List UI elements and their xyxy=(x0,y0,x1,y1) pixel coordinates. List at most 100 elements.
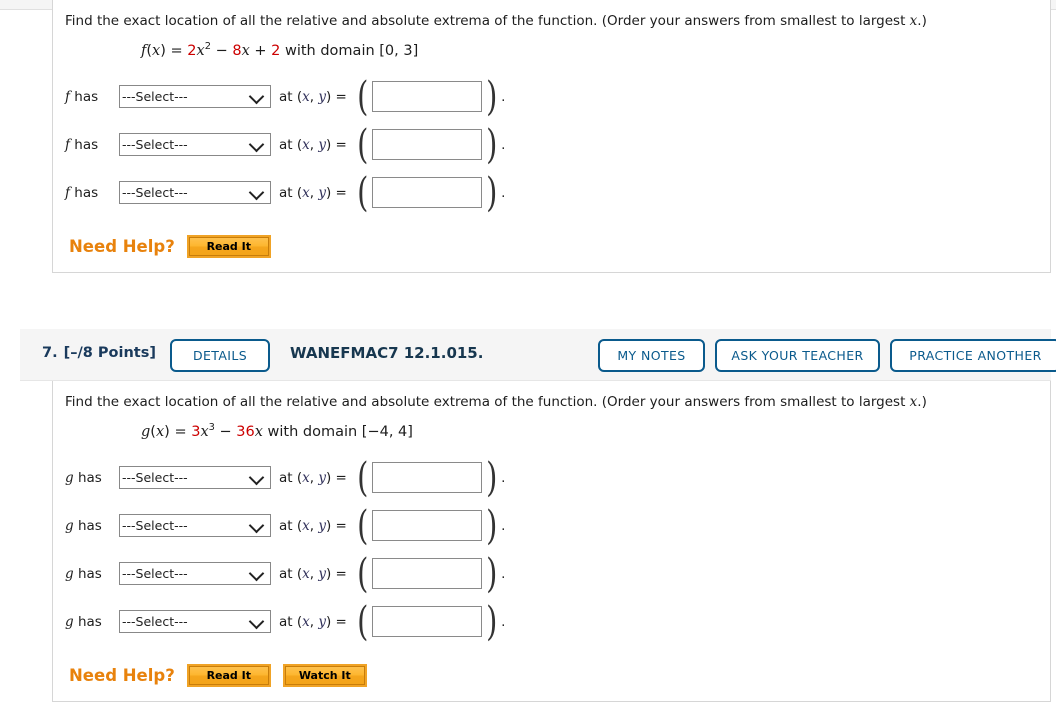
select-wrapper: ---Select--- xyxy=(119,562,271,586)
need-help-section: Need Help? Read It Watch It xyxy=(53,646,1050,701)
answer-row-period: . xyxy=(501,613,506,630)
answer-row-period: . xyxy=(501,184,506,201)
answer-row-label: g has xyxy=(65,469,102,486)
question-body: Find the exact location of all the relat… xyxy=(52,380,1051,702)
answer-row-label: f has xyxy=(65,184,99,201)
formula-term-4: 8 xyxy=(232,42,242,59)
coordinate-x: x xyxy=(302,88,310,105)
answer-row: g has ---Select--- at (x, y) =(). xyxy=(65,598,1050,646)
function-formula: g(x) = 3x3 − 36x with domain [−4, 4] xyxy=(53,412,1050,440)
formula-term-1: x xyxy=(196,42,205,59)
answer-row-period: . xyxy=(501,136,506,153)
answer-row-label: g has xyxy=(65,565,102,582)
formula-function-name: g xyxy=(141,423,151,440)
coordinate-input[interactable] xyxy=(372,558,483,590)
extremum-type-select[interactable]: ---Select--- xyxy=(119,133,271,157)
question-prompt: Find the exact location of all the relat… xyxy=(65,393,927,410)
ask-your-teacher-button[interactable]: ASK YOUR TEACHER xyxy=(715,338,880,372)
select-wrapper: ---Select--- xyxy=(119,133,271,157)
question-body: Find the exact location of all the relat… xyxy=(52,0,1051,273)
answer-row-function-name: g xyxy=(65,613,74,630)
prompt-italic-x: x xyxy=(909,393,918,410)
coordinate-label: at (x, y) = xyxy=(279,184,347,201)
prompt-italic-x: x xyxy=(909,13,918,29)
coordinate-label: at (x, y) = xyxy=(279,469,347,486)
coordinate-y: y xyxy=(318,136,326,153)
select-wrapper: ---Select--- xyxy=(119,181,271,205)
formula-term-1: x xyxy=(200,423,209,440)
answer-row: f has ---Select--- at (x, y) =(). xyxy=(65,121,1050,169)
answer-rows: g has ---Select--- at (x, y) =(). g has ---S… xyxy=(53,440,1050,646)
formula-domain: with domain [−4, 4] xyxy=(262,423,413,440)
answer-row-label: g has xyxy=(65,517,102,534)
coordinate-input[interactable] xyxy=(372,177,483,209)
question-number: 7. xyxy=(42,344,58,361)
coordinate-input[interactable] xyxy=(372,81,483,113)
coordinate-x: x xyxy=(302,565,310,582)
answer-row-period: . xyxy=(501,517,506,534)
coordinate-y: y xyxy=(318,88,326,105)
answer-row-label: f has xyxy=(65,136,99,153)
question-prompt: Find the exact location of all the relat… xyxy=(65,13,927,29)
formula-term-5: x xyxy=(241,42,250,59)
extremum-type-select[interactable]: ---Select--- xyxy=(119,562,271,586)
details-button[interactable]: DETAILS xyxy=(170,338,270,372)
coordinate-label: at (x, y) = xyxy=(279,517,347,534)
coordinate-y: y xyxy=(318,517,326,534)
answer-row: g has ---Select--- at (x, y) =(). xyxy=(65,454,1050,502)
coordinate-y: y xyxy=(318,565,326,582)
coordinate-y: y xyxy=(318,613,326,630)
coordinate-x: x xyxy=(302,469,310,486)
formula-term-0: 2 xyxy=(187,42,197,59)
formula-domain: with domain [0, 3] xyxy=(280,42,419,59)
coordinate-y: y xyxy=(318,184,326,201)
answer-row-period: . xyxy=(501,469,506,486)
need-help-label: Need Help? xyxy=(69,236,175,256)
formula-term-4: 36 xyxy=(236,423,255,440)
help-button-watch-it[interactable]: Watch It xyxy=(282,663,367,687)
answer-row-function-name: g xyxy=(65,565,74,582)
select-wrapper: ---Select--- xyxy=(119,610,271,634)
formula-argument: x xyxy=(152,42,161,59)
extremum-type-select[interactable]: ---Select--- xyxy=(119,181,271,205)
coordinate-input[interactable] xyxy=(372,510,483,542)
answer-row-period: . xyxy=(501,88,506,105)
coordinate-x: x xyxy=(302,517,310,534)
extremum-type-select[interactable]: ---Select--- xyxy=(119,610,271,634)
coordinate-label: at (x, y) = xyxy=(279,88,347,105)
answer-row: g has ---Select--- at (x, y) =(). xyxy=(65,502,1050,550)
coordinate-label: at (x, y) = xyxy=(279,565,347,582)
formula-close-paren: ) xyxy=(160,42,171,59)
formula-close-paren: ) xyxy=(164,423,175,440)
formula-term-3: − xyxy=(214,423,237,440)
need-help-label: Need Help? xyxy=(69,665,175,685)
coordinate-input[interactable] xyxy=(372,606,483,638)
answer-row-label: g has xyxy=(65,613,102,630)
question-block-q7: 7. [–/8 Points] DETAILS WANEFMAC7 12.1.015.… xyxy=(0,328,1056,702)
formula-argument: x xyxy=(155,423,165,440)
answer-row-function-name: g xyxy=(65,469,74,486)
answer-row-period: . xyxy=(501,565,506,582)
coordinate-label: at (x, y) = xyxy=(279,136,347,153)
coordinate-y: y xyxy=(318,469,326,486)
question-code: WANEFMAC7 12.1.015. xyxy=(290,343,484,362)
coordinate-x: x xyxy=(302,136,310,153)
formula-term-5: x xyxy=(254,423,263,440)
coordinate-input[interactable] xyxy=(372,129,483,161)
answer-row-function-name: f xyxy=(65,184,70,201)
extremum-type-select[interactable]: ---Select--- xyxy=(119,466,271,490)
coordinate-input[interactable] xyxy=(372,462,483,494)
extremum-type-select[interactable]: ---Select--- xyxy=(119,514,271,538)
help-button-read-it[interactable]: Read It xyxy=(186,663,271,687)
answer-row-function-name: f xyxy=(65,88,70,105)
question-block-q6: Find the exact location of all the relat… xyxy=(0,0,1056,273)
need-help-section: Need Help? Read It xyxy=(53,217,1050,272)
answer-row-function-name: f xyxy=(65,136,70,153)
extremum-type-select[interactable]: ---Select--- xyxy=(119,85,271,109)
coordinate-x: x xyxy=(302,613,310,630)
help-button-read-it[interactable]: Read It xyxy=(186,234,271,258)
my-notes-button[interactable]: MY NOTES xyxy=(598,338,705,372)
select-wrapper: ---Select--- xyxy=(119,466,271,490)
practice-another-button[interactable]: PRACTICE ANOTHER xyxy=(890,338,1056,372)
formula-term-6: + xyxy=(249,42,272,59)
